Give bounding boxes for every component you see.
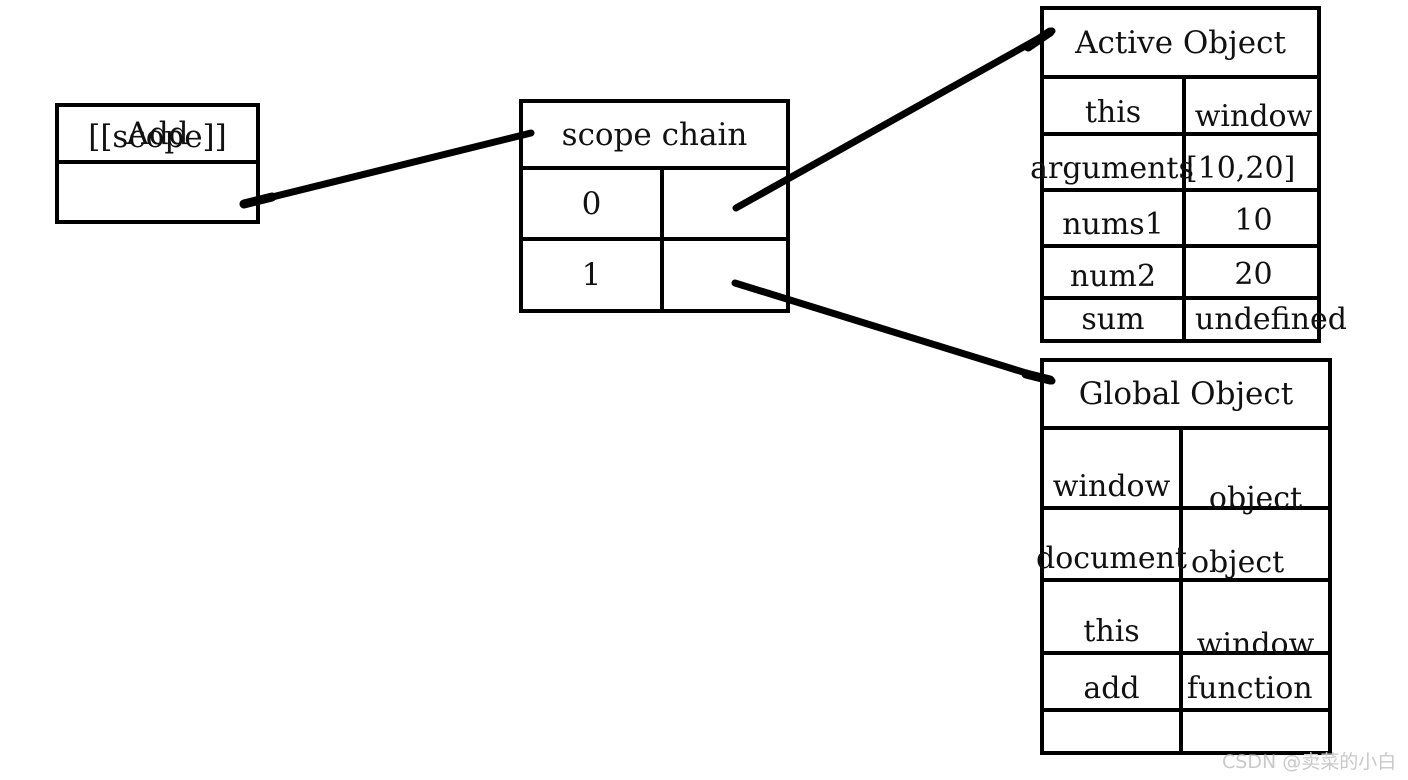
- arrow-scopechain-to-add: [239, 129, 535, 209]
- active-object-row-value: window: [1194, 99, 1313, 134]
- scope-chain-entry-0-index: 0: [581, 185, 602, 222]
- active-object-row-value: 10: [1234, 203, 1273, 238]
- function-add-box: Add [[scope]]: [55, 103, 260, 224]
- global-object-row-key: [1044, 708, 1179, 751]
- function-add-divider: [59, 160, 256, 164]
- active-object-row-value: undefined: [1195, 302, 1347, 337]
- global-object-row-value: function: [1187, 671, 1313, 706]
- global-object-row-key: this: [1083, 614, 1140, 649]
- global-object-row-key: add: [1083, 671, 1140, 706]
- diagram-canvas: Add [[scope]] scope chain 0 1 Active Obj…: [0, 0, 1408, 780]
- scope-chain-column-divider-2: [660, 241, 664, 309]
- global-object-title: Global Object: [1078, 376, 1294, 412]
- function-add-title: Add: [126, 115, 189, 152]
- active-object-row-key: arguments: [1030, 151, 1194, 186]
- active-object-row-value: 20: [1234, 257, 1273, 292]
- active-object-row-key: nums1: [1062, 207, 1164, 242]
- active-object-row-key: this: [1084, 95, 1142, 130]
- scope-chain-entry-1-index: 1: [581, 257, 602, 293]
- global-object-row-value: object: [1208, 481, 1303, 516]
- global-object-row-key: window: [1052, 469, 1171, 504]
- global-object-row-value: object: [1191, 545, 1285, 580]
- global-object-box: Global Object window object document obj…: [1036, 358, 1333, 755]
- global-object-row-key: document: [1036, 541, 1187, 576]
- active-object-row-value: [10,20]: [1186, 151, 1296, 186]
- active-object-title: Active Object: [1075, 24, 1286, 61]
- active-object-row-key: sum: [1081, 302, 1145, 337]
- csdn-watermark: CSDN @卖菜的小白: [1222, 751, 1397, 773]
- global-object-row-value: [1183, 708, 1333, 751]
- active-object-box: Active Object this window arguments [10,…: [1030, 6, 1347, 343]
- scope-chain-box: scope chain 0 1: [519, 99, 790, 313]
- active-object-row-key: num2: [1069, 259, 1157, 294]
- scope-chain-title: scope chain: [561, 116, 748, 153]
- scope-chain-column-divider-1: [660, 166, 664, 237]
